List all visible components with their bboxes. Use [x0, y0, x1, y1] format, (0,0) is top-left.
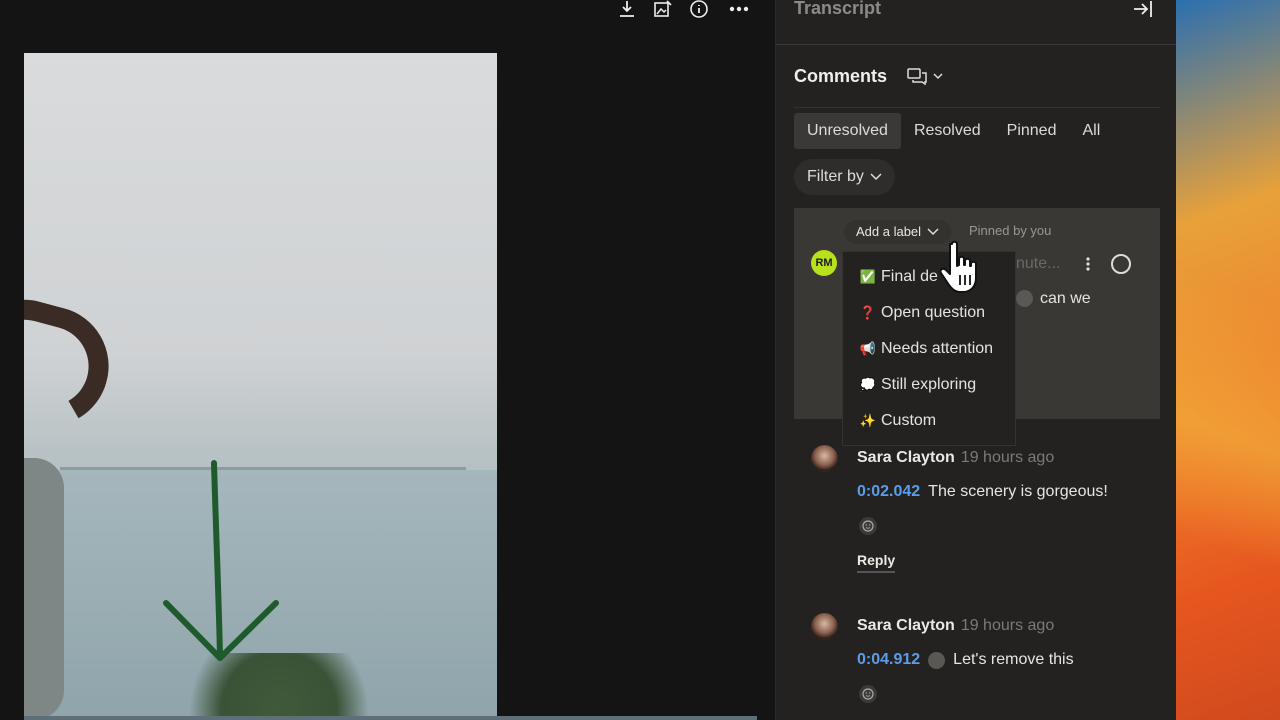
comment-timestamp[interactable]: 0:04.912 — [857, 651, 920, 669]
person-torso — [24, 458, 64, 720]
filter-button[interactable]: Filter by — [794, 159, 895, 195]
comment-author: Sara Clayton — [857, 617, 955, 634]
comment-author-line: Sara Clayton 19 hours ago — [857, 617, 1054, 635]
progress-bar[interactable] — [24, 716, 757, 720]
edit-image-icon[interactable] — [650, 0, 676, 18]
annotation-icon — [1016, 290, 1033, 307]
comment-view-dropdown[interactable] — [907, 66, 947, 86]
divider — [794, 107, 1160, 108]
comment-text: Let's remove this — [953, 651, 1074, 668]
comments-title: Comments — [794, 66, 888, 86]
comment-tabs: Unresolved Resolved Pinned All — [794, 113, 1113, 149]
info-icon[interactable] — [686, 0, 712, 18]
avatar — [811, 445, 838, 472]
menu-item-custom[interactable]: ✨ Custom — [859, 412, 936, 430]
comment-body: 0:04.912 Let's remove this — [857, 651, 1074, 669]
add-label-text: Add a label — [856, 224, 922, 239]
add-reaction-icon[interactable] — [859, 517, 877, 535]
comment-time: nute... — [1016, 255, 1061, 272]
chevron-down-icon — [870, 173, 882, 181]
pinned-status: Pinned by you — [969, 223, 1052, 238]
menu-item-open-question[interactable]: ❓ Open question — [859, 304, 985, 322]
desktop-wallpaper — [1176, 0, 1280, 720]
comment-timestamp[interactable]: 0:02.042 — [857, 483, 920, 501]
comment-body: can we — [1040, 290, 1091, 307]
menu-item-label: Open question — [881, 304, 986, 321]
reply-button[interactable]: Reply — [857, 552, 896, 573]
tab-unresolved[interactable]: Unresolved — [794, 113, 901, 149]
menu-item-still-exploring[interactable]: 💭 Still exploring — [859, 376, 976, 394]
comment-author: Sara Clayton — [857, 449, 955, 466]
menu-item-label: Final de — [881, 268, 938, 285]
divider — [776, 44, 1177, 45]
menu-item-label: Needs attention — [881, 340, 994, 357]
collapse-panel-icon[interactable] — [1132, 0, 1154, 18]
menu-item-needs-attention[interactable]: 📢 Needs attention — [859, 340, 993, 358]
annotation-arrow-icon — [163, 460, 279, 661]
menu-item-label: Still exploring — [881, 376, 977, 393]
megaphone-icon: 📢 — [859, 341, 877, 356]
tab-all[interactable]: All — [1069, 113, 1113, 149]
tab-resolved[interactable]: Resolved — [901, 113, 994, 149]
annotation-icon — [928, 651, 946, 669]
filter-label: Filter by — [807, 168, 864, 185]
comment-time: 19 hours ago — [960, 449, 1055, 466]
sparkles-icon: ✨ — [859, 413, 877, 428]
download-icon[interactable] — [614, 0, 640, 18]
tab-pinned[interactable]: Pinned — [994, 113, 1070, 149]
thought-bubble-icon: 💭 — [859, 377, 877, 392]
add-label-button[interactable]: Add a label — [844, 220, 952, 244]
resolve-checkbox[interactable] — [1111, 254, 1131, 274]
comment-body: 0:02.042 The scenery is gorgeous! — [857, 483, 1108, 501]
menu-item-final-decision[interactable]: ✅ Final de — [859, 268, 938, 286]
media-viewer — [0, 0, 775, 720]
person-arm — [24, 286, 123, 440]
transcript-title[interactable]: Transcript — [794, 0, 881, 19]
question-icon: ❓ — [859, 305, 877, 320]
comment-options-icon[interactable] — [1084, 256, 1092, 272]
video-frame[interactable] — [24, 53, 497, 720]
comment-author-line: Sara Clayton 19 hours ago — [857, 449, 1054, 467]
avatar: RM — [811, 250, 837, 276]
comment-time: 19 hours ago — [960, 617, 1055, 634]
hand-cursor-icon — [939, 240, 986, 298]
label-dropdown-menu: ✅ Final de ❓ Open question 📢 Needs atten… — [842, 251, 1016, 446]
comment-text: The scenery is gorgeous! — [928, 483, 1108, 500]
avatar — [811, 613, 838, 640]
chevron-down-icon — [927, 228, 939, 236]
more-icon[interactable] — [726, 0, 752, 18]
menu-item-label: Custom — [881, 412, 937, 429]
comments-icon — [907, 68, 943, 86]
check-icon: ✅ — [859, 269, 877, 284]
add-reaction-icon[interactable] — [859, 685, 877, 703]
